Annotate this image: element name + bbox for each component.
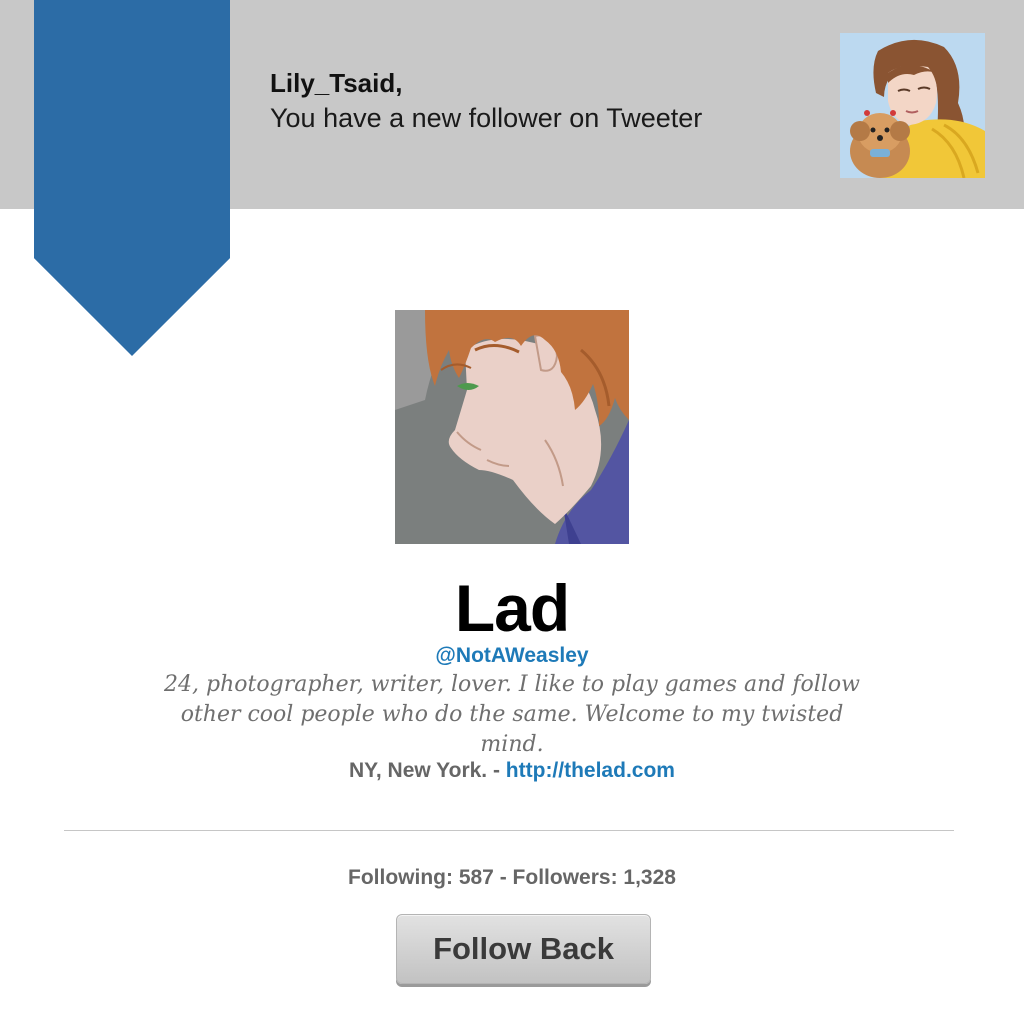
notification-header: Lily_Tsaid, You have a new follower on T…	[270, 66, 702, 136]
follow-back-label: Follow Back	[433, 931, 614, 966]
stats-separator: -	[493, 866, 513, 889]
follower-handle-link[interactable]: @NotAWeasley	[0, 642, 1024, 670]
red-haired-man-avatar-icon	[395, 310, 629, 544]
follower-display-name: Lad	[454, 571, 570, 645]
woman-with-dog-avatar-icon	[840, 33, 985, 178]
bookmark-ribbon-icon	[34, 0, 230, 356]
following-count: 587	[458, 866, 494, 889]
follower-location: NY, New York. -	[349, 759, 506, 782]
follower-location-line: NY, New York. - http://thelad.com	[0, 757, 1024, 785]
follow-back-button[interactable]: Follow Back	[396, 914, 651, 984]
followers-count: 1,328	[623, 866, 676, 889]
followers-label: Followers:	[512, 866, 624, 889]
following-label: Following:	[348, 866, 459, 889]
section-divider	[64, 830, 954, 831]
follower-avatar[interactable]	[395, 310, 629, 544]
follow-stats: Following: 587 - Followers: 1,328	[0, 864, 1024, 892]
notification-message: You have a new follower on Tweeter	[270, 103, 703, 133]
recipient-avatar[interactable]	[840, 33, 985, 178]
follower-website-link[interactable]: http://thelad.com	[506, 759, 675, 782]
recipient-username: Lily_Tsaid,	[270, 68, 403, 98]
notification-page: Lily_Tsaid, You have a new follower on T…	[0, 0, 1024, 1024]
follower-bio: 24, photographer, writer, lover. I like …	[164, 672, 860, 757]
